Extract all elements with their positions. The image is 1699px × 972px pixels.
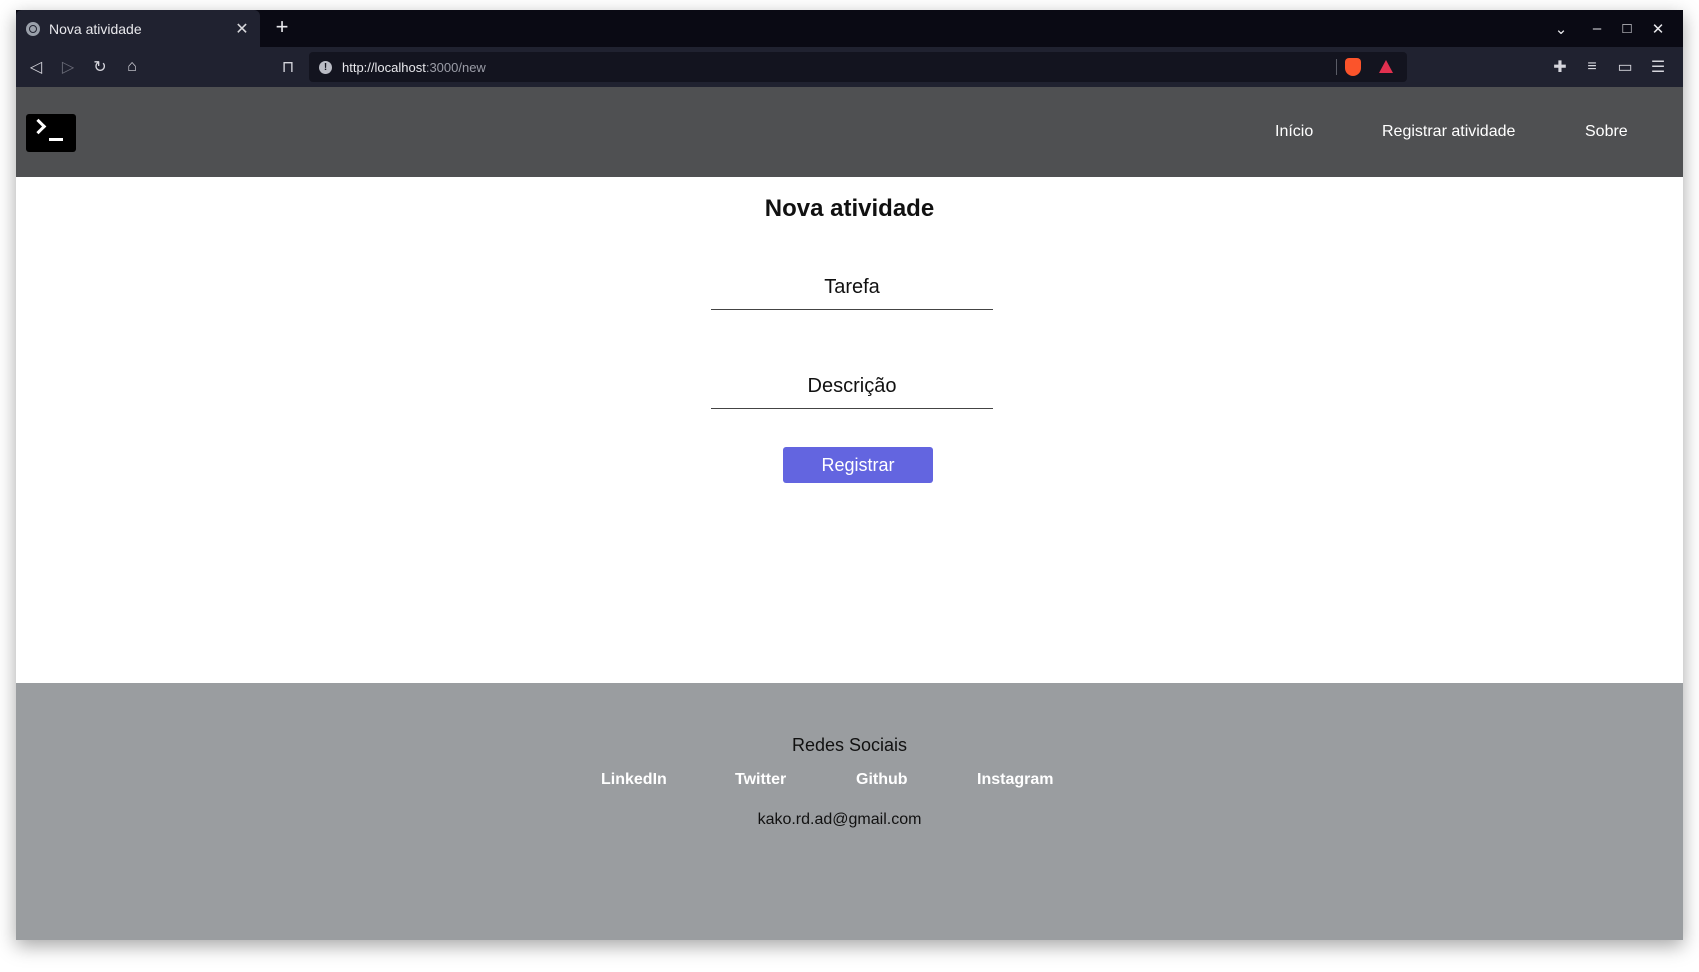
minimize-icon[interactable]: – <box>1582 10 1612 47</box>
instagram-link[interactable]: Instagram <box>977 771 1053 789</box>
contact-email: kako.rd.ad@gmail.com <box>757 811 922 828</box>
wallet-icon[interactable]: ▭ <box>1611 47 1639 87</box>
nav-item-registrar-atividade[interactable]: Registrar atividade <box>1382 87 1515 177</box>
browser-window: Nova atividade ✕ + ⌄ – □ ✕ ◁ ▷ ↻ ⌂ ⊓ ! h… <box>16 10 1683 940</box>
task-input[interactable] <box>711 266 993 310</box>
maximize-icon[interactable]: □ <box>1612 10 1642 47</box>
footer-title: Redes Sociais <box>791 735 908 755</box>
site-footer: Redes Sociais LinkedIn Twitter Github In… <box>16 683 1683 940</box>
site-header: Início Registrar atividade Sobre <box>16 87 1683 177</box>
back-icon[interactable]: ◁ <box>22 47 50 87</box>
address-bar[interactable]: ! http://localhost:3000/new <box>309 52 1407 82</box>
url-separator <box>1336 59 1337 75</box>
menu-icon[interactable]: ☰ <box>1644 47 1672 87</box>
forward-icon[interactable]: ▷ <box>54 47 82 87</box>
new-tab-button[interactable]: + <box>270 16 294 38</box>
tab-list-icon[interactable]: ⌄ <box>1546 10 1576 47</box>
browser-toolbar: ◁ ▷ ↻ ⌂ ⊓ ! http://localhost:3000/new ✚ … <box>16 47 1683 87</box>
bookmark-icon[interactable]: ⊓ <box>274 47 302 87</box>
url-text[interactable]: http://localhost:3000/new <box>342 60 486 75</box>
twitter-link[interactable]: Twitter <box>735 771 786 789</box>
info-icon[interactable]: ! <box>319 60 332 74</box>
browser-tab[interactable]: Nova atividade ✕ <box>16 10 260 47</box>
register-button[interactable]: Registrar <box>783 447 933 483</box>
tab-title: Nova atividade <box>49 20 142 37</box>
close-tab-icon[interactable]: ✕ <box>234 19 250 39</box>
globe-icon <box>26 21 40 36</box>
terminal-logo-icon[interactable] <box>26 114 76 152</box>
extensions-icon[interactable]: ✚ <box>1546 47 1574 87</box>
description-input[interactable] <box>711 365 993 409</box>
github-link[interactable]: Github <box>856 771 908 789</box>
close-window-icon[interactable]: ✕ <box>1643 10 1673 47</box>
main-content: Nova atividade Registrar <box>16 177 1683 683</box>
brave-rewards-icon[interactable] <box>1379 60 1393 73</box>
tab-strip: Nova atividade ✕ + ⌄ – □ ✕ <box>16 10 1683 47</box>
reload-icon[interactable]: ↻ <box>86 47 114 87</box>
brave-shield-icon[interactable] <box>1345 58 1361 76</box>
linkedin-link[interactable]: LinkedIn <box>601 771 667 789</box>
page-title: Nova atividade <box>764 195 935 222</box>
nav-item-sobre[interactable]: Sobre <box>1585 87 1628 177</box>
home-icon[interactable]: ⌂ <box>118 47 146 87</box>
nav-item-inicio[interactable]: Início <box>1275 87 1313 177</box>
playlist-icon[interactable]: ≡ <box>1578 47 1606 87</box>
